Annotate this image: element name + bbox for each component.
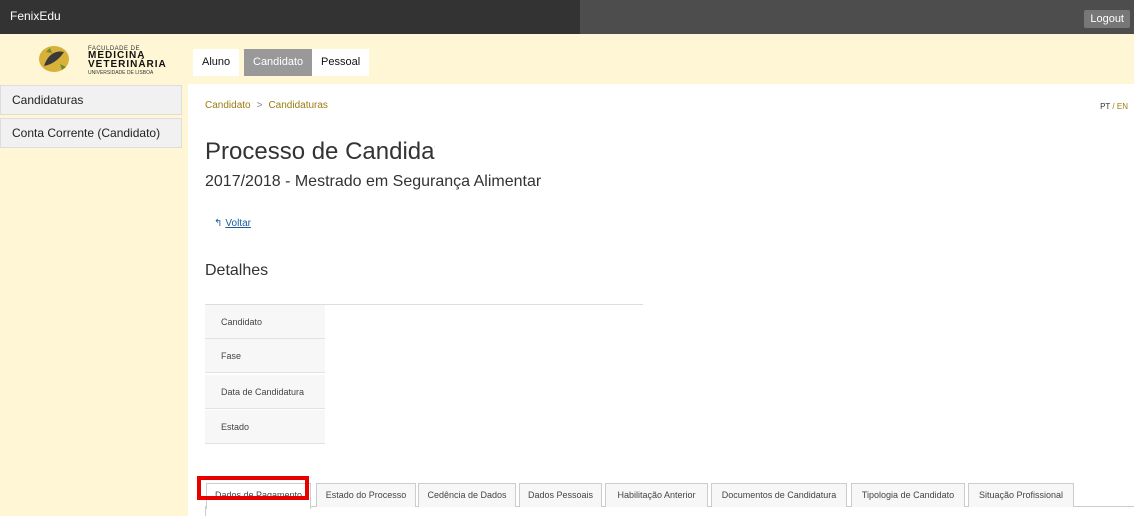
lang-en[interactable]: EN bbox=[1117, 102, 1128, 111]
tab-dados-pessoais[interactable]: Dados Pessoais bbox=[519, 483, 602, 507]
tab-habilitacao-anterior[interactable]: Habilitação Anterior bbox=[605, 483, 708, 507]
lang-separator: / bbox=[1112, 102, 1115, 111]
reply-arrow-icon: ↰ bbox=[214, 218, 223, 229]
tab-candidato[interactable]: Candidato bbox=[244, 49, 313, 76]
tab-dados-pagamento[interactable]: Dados de Pagamento bbox=[206, 483, 311, 509]
detail-label-candidato: Candidato bbox=[205, 305, 325, 339]
breadcrumb-separator: > bbox=[256, 100, 263, 111]
logo-text-medicina: MEDICINA VETERINÁRIA bbox=[88, 50, 167, 70]
sidebar-item-conta-corrente[interactable]: Conta Corrente (Candidato) bbox=[0, 118, 182, 148]
section-heading-detalhes: Detalhes bbox=[205, 262, 269, 279]
top-bar: FenixEdu Logout bbox=[0, 0, 1134, 34]
detail-label-estado: Estado bbox=[205, 410, 325, 444]
detail-label-fase: Fase bbox=[205, 339, 325, 373]
tab-tipologia-candidato[interactable]: Tipologia de Candidato bbox=[851, 483, 965, 507]
breadcrumb-candidaturas[interactable]: Candidaturas bbox=[268, 100, 327, 111]
tab-estado-processo[interactable]: Estado do Processo bbox=[316, 483, 416, 507]
logout-button[interactable]: Logout bbox=[1084, 10, 1130, 28]
tab-aluno[interactable]: Aluno bbox=[193, 49, 240, 76]
lang-pt[interactable]: PT bbox=[1100, 102, 1110, 111]
tab-cedencia-dados[interactable]: Cedência de Dados bbox=[418, 483, 516, 507]
breadcrumb: Candidato > Candidaturas bbox=[205, 100, 328, 111]
back-link-label: Voltar bbox=[225, 218, 251, 229]
tab-pessoal[interactable]: Pessoal bbox=[312, 49, 370, 76]
logo-text-universidade: UNIVERSIDADE DE LISBOA bbox=[88, 70, 154, 76]
app-brand[interactable]: FenixEdu bbox=[10, 9, 61, 23]
faculty-logo[interactable]: FACULDADE DE MEDICINA VETERINÁRIA UNIVERS… bbox=[36, 42, 166, 78]
breadcrumb-candidato[interactable]: Candidato bbox=[205, 100, 251, 111]
page-title: Processo de Candidatura bbox=[205, 138, 435, 165]
sidebar-item-candidaturas[interactable]: Candidaturas bbox=[0, 85, 182, 115]
tab-situacao-profissional[interactable]: Situação Profissional bbox=[968, 483, 1074, 507]
tab-documentos-candidatura[interactable]: Documentos de Candidatura bbox=[711, 483, 847, 507]
page-subtitle: 2017/2018 - Mestrado em Segurança Alimen… bbox=[205, 173, 542, 190]
top-bar-left bbox=[0, 0, 580, 34]
detail-label-data-candidatura: Data de Candidatura bbox=[205, 375, 325, 409]
language-switcher: PT / EN bbox=[1100, 102, 1128, 111]
faculty-seal-icon bbox=[39, 46, 69, 72]
back-link[interactable]: ↰ Voltar bbox=[214, 218, 251, 229]
